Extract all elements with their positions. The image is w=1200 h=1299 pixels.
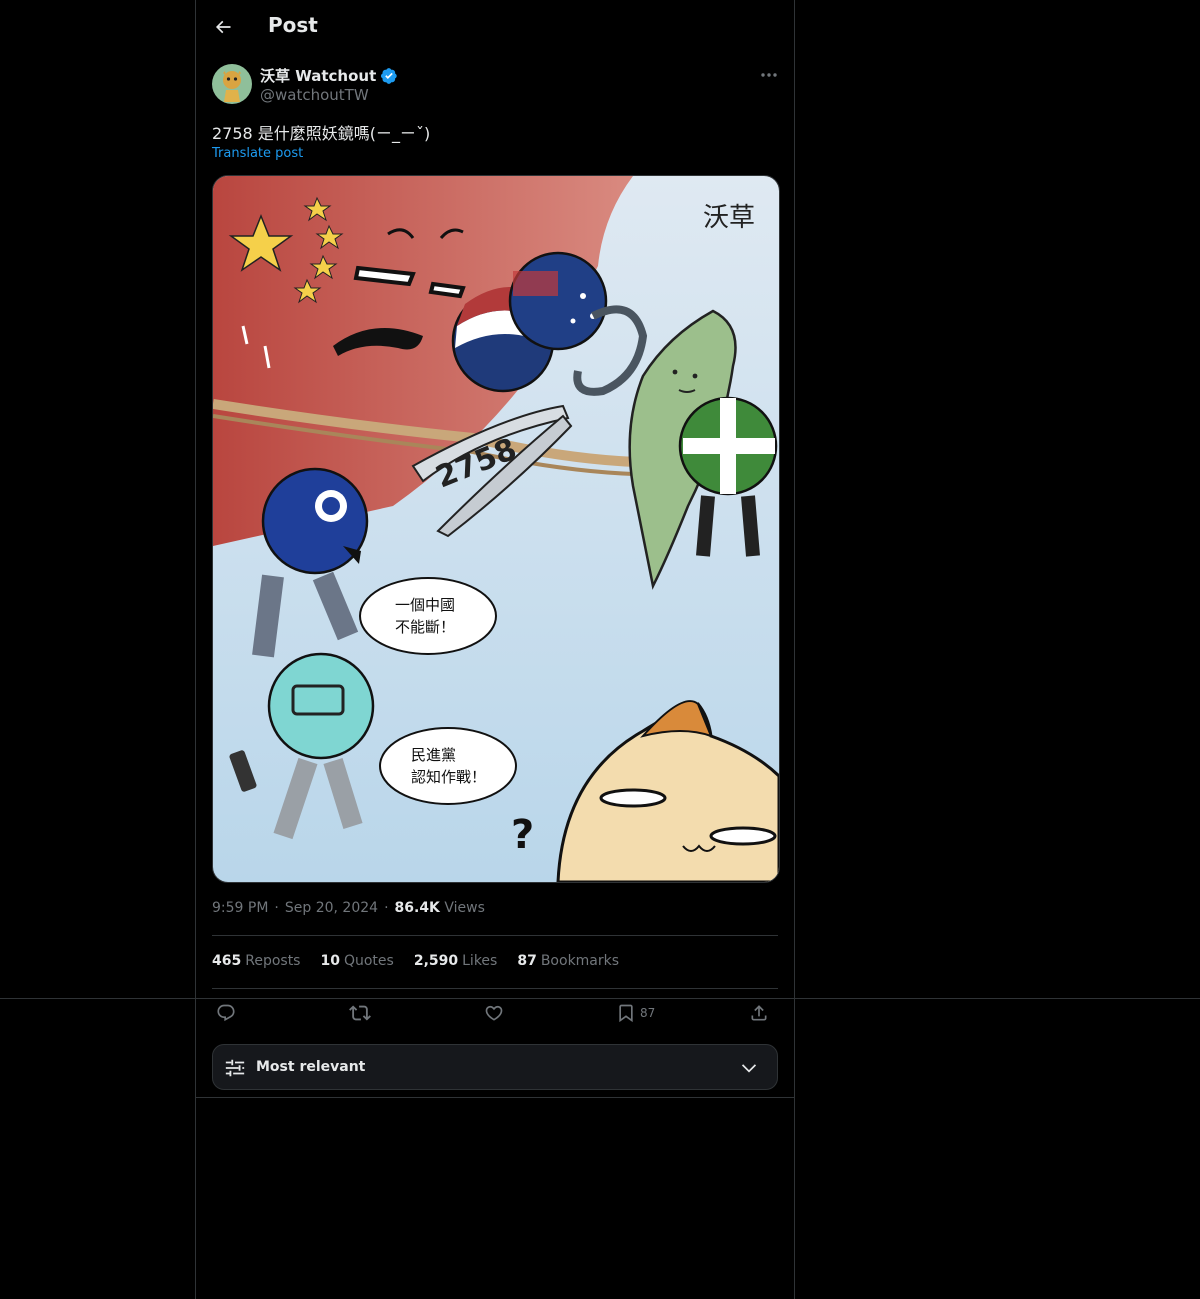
replies-sort-dropdown[interactable]: Most relevant — [212, 1044, 778, 1090]
avatar[interactable] — [212, 64, 252, 104]
full-width-divider — [0, 998, 1200, 999]
divider — [196, 1097, 794, 1098]
post-date[interactable]: Sep 20, 2024 — [285, 900, 378, 916]
more-dots-icon — [761, 73, 777, 77]
reply-icon — [217, 1004, 235, 1022]
likes-stat[interactable]: 2,590 Likes — [414, 953, 498, 969]
question-mark: ? — [511, 812, 534, 858]
speech-bubble-1-line2: 不能斷！ — [395, 618, 455, 636]
reply-button[interactable] — [216, 1000, 236, 1026]
post-image[interactable]: 2758 一個中國 不能斷！ 民進黨 認知作戰！ ? 沃草 — [212, 175, 780, 883]
author-handle[interactable]: @watchoutTW — [260, 86, 369, 104]
chevron-down-icon — [741, 1064, 757, 1073]
bookmark-icon — [619, 1004, 633, 1023]
sliders-icon — [225, 1059, 245, 1077]
australia-ball-character — [508, 251, 608, 351]
post-stats: 465 Reposts 10 Quotes 2,590 Likes 87 Bookmar… — [212, 953, 619, 969]
more-options-button[interactable] — [756, 66, 782, 84]
artist-signature: 沃草 — [703, 203, 755, 233]
divider — [212, 988, 778, 989]
author-name-row: 沃草 Watchout — [260, 65, 398, 86]
speech-bubble-2-line2: 認知作戰！ — [411, 768, 486, 786]
back-button[interactable] — [208, 12, 238, 42]
quotes-stat[interactable]: 10 Quotes — [320, 953, 393, 969]
bookmark-count: 87 — [640, 1006, 656, 1020]
comic-illustration: 2758 一個中國 不能斷！ 民進黨 認知作戰！ ? 沃草 — [213, 176, 779, 882]
post-text: 2758 是什麼照妖鏡嗎(ㄧ_ㄧˇ) — [212, 124, 431, 143]
divider — [212, 935, 778, 936]
teal-ball-character — [267, 652, 375, 760]
main-column: Post 沃草 Watchout @watchoutTW 2758 是什麼照妖鏡… — [195, 0, 795, 1299]
bookmark-button[interactable]: 87 — [616, 1000, 655, 1026]
views-count: 86.4K — [394, 900, 440, 916]
share-icon — [751, 1005, 767, 1021]
author-name[interactable]: 沃草 Watchout — [260, 65, 376, 86]
reposts-stat[interactable]: 465 Reposts — [212, 953, 300, 969]
heart-icon — [485, 1005, 503, 1021]
meta-separator: · — [384, 900, 389, 916]
page-title: Post — [268, 13, 318, 37]
bookmarks-stat[interactable]: 87 Bookmarks — [517, 953, 619, 969]
blue-ball-character — [261, 467, 369, 575]
meta-separator: · — [274, 900, 279, 916]
sort-label: Most relevant — [256, 1059, 366, 1075]
views-label: Views — [444, 900, 485, 916]
post-meta: 9:59 PM · Sep 20, 2024 · 86.4K Views — [212, 900, 485, 916]
share-button[interactable] — [749, 1000, 769, 1026]
verified-badge-icon — [381, 67, 397, 84]
repost-button[interactable] — [349, 1000, 371, 1026]
repost-icon — [349, 1005, 371, 1021]
top-bar: Post — [196, 0, 794, 53]
speech-bubble-2-line1: 民進黨 — [411, 746, 456, 764]
speech-bubble-1-line1: 一個中國 — [395, 596, 455, 614]
raccoon-avatar-icon — [212, 64, 252, 104]
like-button[interactable] — [484, 1000, 504, 1026]
post-time[interactable]: 9:59 PM — [212, 900, 268, 916]
translate-post-link[interactable]: Translate post — [212, 146, 303, 161]
arrow-left-icon — [215, 20, 231, 34]
action-bar: 87 — [212, 1000, 778, 1028]
